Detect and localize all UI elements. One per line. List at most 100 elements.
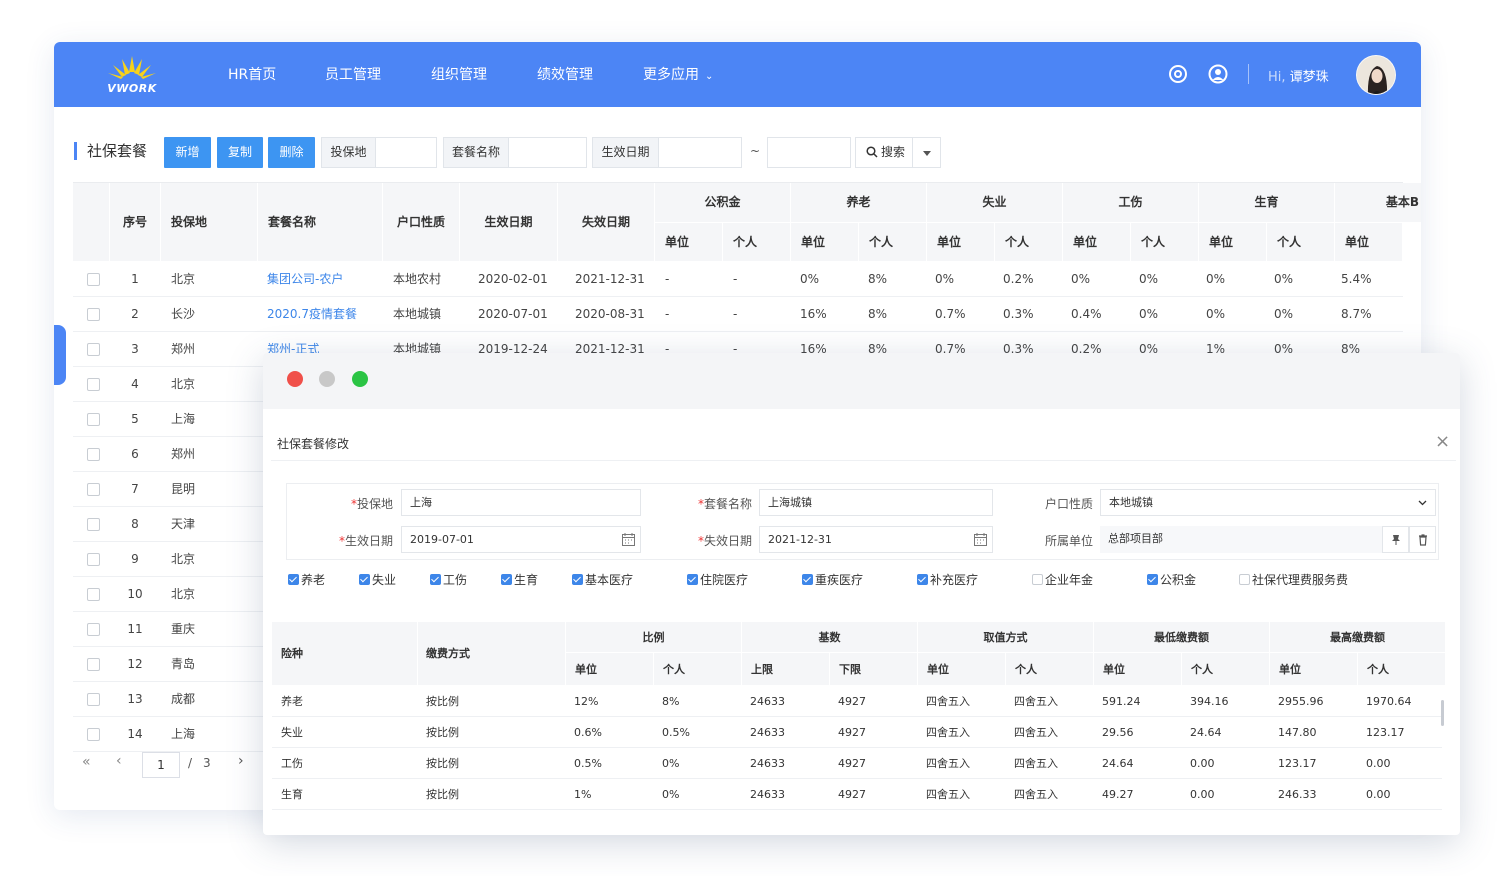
row-checkbox[interactable] xyxy=(87,728,100,741)
insurance-checkbox[interactable]: 社保代理费服务费 xyxy=(1239,571,1348,588)
insurance-checkbox[interactable]: 住院医疗 xyxy=(687,571,748,588)
package-label: *套餐名称 xyxy=(657,495,752,512)
insurance-checkbox[interactable]: 生育 xyxy=(501,571,538,588)
rate-cell: 1% xyxy=(574,788,592,801)
search-button[interactable]: 搜索 xyxy=(855,137,913,168)
table-row[interactable]: 生育 按比例 1% 0% 24633 4927 四舍五入 四舍五入 49.27 0.00 246.3… xyxy=(272,779,1442,810)
table-scrollbar[interactable] xyxy=(1441,700,1444,726)
insurance-checkbox[interactable]: 工伤 xyxy=(430,571,467,588)
row-checkbox[interactable] xyxy=(87,448,100,461)
insurance-checkbox[interactable]: 重疾医疗 xyxy=(802,571,863,588)
user-icon[interactable] xyxy=(1208,64,1228,84)
rate-header-method: 缴费方式 xyxy=(418,622,566,686)
rate-cell: 4927 xyxy=(838,726,866,739)
rate-subheader: 单位 xyxy=(1094,653,1182,686)
package-filter[interactable]: 套餐名称 xyxy=(443,137,587,168)
table-row[interactable]: 2 长沙 2020.7疫情套餐 本地城镇 2020-07-01 2020-08-31 - - 1… xyxy=(73,297,1403,332)
calendar-icon[interactable] xyxy=(622,533,635,546)
close-icon[interactable]: × xyxy=(1435,431,1450,452)
copy-button[interactable]: 复制 xyxy=(217,137,263,168)
location-filter[interactable]: 投保地 xyxy=(321,137,437,168)
row-checkbox[interactable] xyxy=(87,553,100,566)
dept-pick-button[interactable] xyxy=(1382,526,1409,553)
grid-header-group: 工伤 xyxy=(1063,183,1198,222)
rate-cell: 49.27 xyxy=(1102,788,1134,801)
hukou-select[interactable]: 本地城镇 xyxy=(1100,489,1436,516)
row-checkbox[interactable] xyxy=(87,343,100,356)
rate-header-max: 最高缴费额 xyxy=(1270,622,1446,653)
row-end-date: 2021-12-31 xyxy=(575,272,645,286)
date-from-filter[interactable]: 生效日期 xyxy=(592,137,742,168)
delete-button[interactable]: 删除 xyxy=(268,137,315,168)
next-page-button[interactable]: › xyxy=(238,753,244,769)
nav-more-apps[interactable]: 更多应用 ⌄ xyxy=(643,64,713,84)
checkbox-checked-icon xyxy=(430,574,441,585)
settings-icon[interactable] xyxy=(1168,64,1188,84)
rate-header-base: 基数 xyxy=(742,622,918,653)
checkbox-checked-icon xyxy=(359,574,370,585)
row-checkbox[interactable] xyxy=(87,413,100,426)
row-seq: 10 xyxy=(127,587,143,601)
row-checkbox[interactable] xyxy=(87,518,100,531)
table-row[interactable]: 1 北京 集团公司-农户 本地农村 2020-02-01 2021-12-31 - - 0% 8%… xyxy=(73,262,1403,297)
sidebar-toggle-tab[interactable] xyxy=(54,325,66,385)
checkbox-checked-icon xyxy=(501,574,512,585)
row-rate-value: 0% xyxy=(1071,272,1091,286)
first-page-button[interactable]: « xyxy=(82,754,91,770)
vwork-logo[interactable]: VWORK xyxy=(102,54,162,96)
insurance-checkbox[interactable]: 养老 xyxy=(288,571,325,588)
insurance-checkbox[interactable]: 公积金 xyxy=(1147,571,1196,588)
location-input[interactable]: 上海 xyxy=(401,489,641,516)
row-checkbox[interactable] xyxy=(87,483,100,496)
calendar-icon[interactable] xyxy=(974,533,987,546)
nav-performance[interactable]: 绩效管理 xyxy=(537,64,593,84)
insurance-checkbox[interactable]: 企业年金 xyxy=(1032,571,1093,588)
row-seq: 2 xyxy=(131,307,139,321)
insurance-checkbox[interactable]: 失业 xyxy=(359,571,396,588)
insurance-checkbox[interactable]: 基本医疗 xyxy=(572,571,633,588)
row-end-date: 2020-08-31 xyxy=(575,307,645,321)
dept-input[interactable]: 总部项目部 xyxy=(1100,526,1382,553)
row-checkbox[interactable] xyxy=(87,693,100,706)
close-window-dot[interactable] xyxy=(287,371,303,387)
maximize-window-dot[interactable] xyxy=(352,371,368,387)
search-dropdown-button[interactable] xyxy=(912,137,941,168)
row-checkbox[interactable] xyxy=(87,588,100,601)
add-button[interactable]: 新增 xyxy=(164,137,211,168)
dept-clear-button[interactable] xyxy=(1409,526,1436,553)
insurance-checkbox[interactable]: 补充医疗 xyxy=(917,571,978,588)
package-name-input[interactable]: 上海城镇 xyxy=(759,489,993,516)
date-to-filter[interactable] xyxy=(767,137,851,168)
row-seq: 8 xyxy=(131,517,139,531)
avatar[interactable] xyxy=(1356,55,1396,95)
nav-hr-home[interactable]: HR首页 xyxy=(228,64,276,84)
modal-title: 社保套餐修改 xyxy=(277,437,350,451)
row-checkbox[interactable] xyxy=(87,658,100,671)
table-row[interactable]: 失业 按比例 0.6% 0.5% 24633 4927 四舍五入 四舍五入 29.56 24.64… xyxy=(272,717,1442,748)
nav-organization[interactable]: 组织管理 xyxy=(431,64,487,84)
nav-employee[interactable]: 员工管理 xyxy=(325,64,381,84)
table-row[interactable]: 养老 按比例 12% 8% 24633 4927 四舍五入 四舍五入 591.24 394.16 2… xyxy=(272,686,1442,717)
row-rate-value: 8.7% xyxy=(1341,307,1372,321)
page-separator: / xyxy=(188,756,193,770)
row-checkbox[interactable] xyxy=(87,623,100,636)
row-package-link[interactable]: 2020.7疫情套餐 xyxy=(267,297,357,332)
insurance-checkbox-label: 企业年金 xyxy=(1045,573,1094,587)
trash-icon xyxy=(1419,534,1427,546)
minimize-window-dot[interactable] xyxy=(319,371,335,387)
rate-cell: 按比例 xyxy=(426,695,459,708)
prev-page-button[interactable]: ‹ xyxy=(116,753,122,769)
row-package-link[interactable]: 集团公司-农户 xyxy=(267,262,343,297)
start-date-input[interactable]: 2019-07-01 xyxy=(401,526,641,553)
row-checkbox[interactable] xyxy=(87,273,100,286)
end-date-input[interactable]: 2021-12-31 xyxy=(759,526,993,553)
row-rate-value: 0% xyxy=(1274,307,1294,321)
table-row[interactable]: 工伤 按比例 0.5% 0% 24633 4927 四舍五入 四舍五入 24.64 0.00 123… xyxy=(272,748,1442,779)
location-label: *投保地 xyxy=(297,495,393,512)
rate-subheader: 单位 xyxy=(918,653,1006,686)
row-checkbox[interactable] xyxy=(87,308,100,321)
rate-cell: 按比例 xyxy=(426,788,459,801)
page-number-input[interactable]: 1 xyxy=(142,752,180,778)
row-checkbox[interactable] xyxy=(87,378,100,391)
user-name[interactable]: 谭梦珠 xyxy=(1290,70,1329,85)
